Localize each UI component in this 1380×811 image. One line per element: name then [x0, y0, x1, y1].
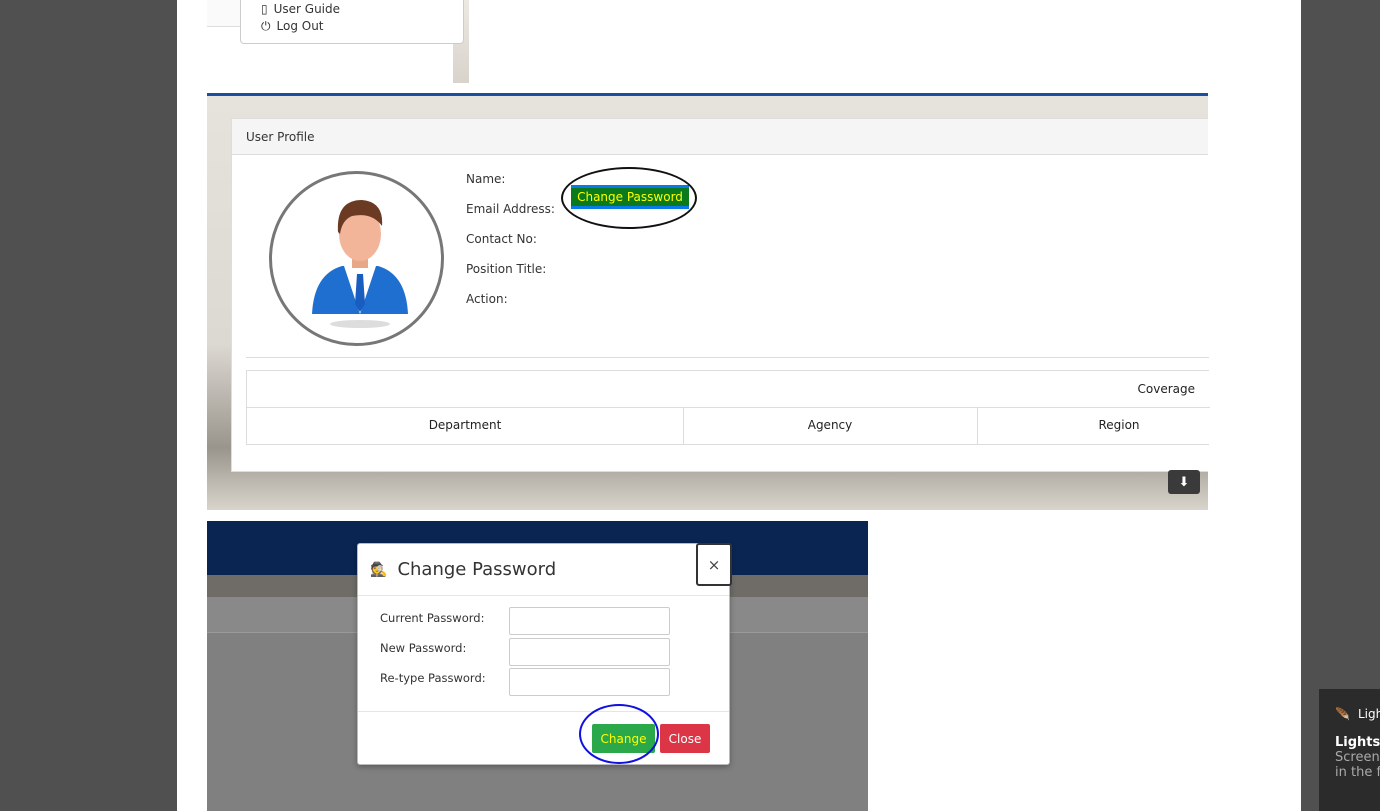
- avatar: [269, 171, 444, 346]
- region-header: Region: [1098, 418, 1140, 432]
- power-icon: ⏻: [261, 19, 271, 33]
- coverage-table: Coverage Department Agency Region: [246, 370, 1210, 445]
- feather-icon: 🪶: [1335, 707, 1350, 721]
- divider: [358, 711, 729, 712]
- toast-app-row: 🪶 Lightshot: [1335, 707, 1380, 721]
- user-dropdown-menu: ▯ User Guide ⏻ Log Out: [240, 0, 464, 44]
- department-header: Department: [428, 418, 502, 432]
- contact-label: Contact No:: [466, 232, 537, 246]
- new-password-label: New Password:: [380, 641, 467, 655]
- download-button[interactable]: ⬇: [1168, 470, 1200, 494]
- current-password-label: Current Password:: [380, 611, 485, 625]
- menu-item-log-out[interactable]: ⏻ Log Out: [261, 19, 324, 33]
- retype-password-input[interactable]: [509, 668, 670, 696]
- agency-header: Agency: [807, 418, 853, 432]
- new-password-input[interactable]: [509, 638, 670, 666]
- retype-password-label: Re-type Password:: [380, 671, 486, 685]
- action-label: Action:: [466, 292, 508, 306]
- annotation-circle: [579, 704, 659, 764]
- spy-icon: 🕵: [370, 561, 388, 578]
- user-profile-card: User Profile Name: Email Address: Contac…: [231, 118, 1210, 472]
- toast-title: Lightshot: [1335, 735, 1380, 750]
- toast-app-name: Lightshot: [1357, 707, 1380, 721]
- card-title: User Profile: [232, 119, 1208, 155]
- change-password-modal: 🕵 Change Password × Current Password: Ne…: [357, 543, 732, 765]
- lightshot-notification[interactable]: 🪶 Lightshot Lightshot Screenshot in the f: [1319, 689, 1380, 811]
- toast-line: in the f: [1335, 765, 1380, 780]
- close-icon[interactable]: ×: [696, 543, 732, 586]
- email-label: Email Address:: [466, 202, 555, 216]
- close-button[interactable]: Close: [660, 724, 710, 753]
- divider: [246, 357, 1209, 358]
- arrow-down-icon: ⬇: [1178, 474, 1190, 490]
- toast-line: Screenshot: [1335, 750, 1380, 765]
- name-label: Name:: [466, 172, 506, 186]
- profile-section: User Profile Name: Email Address: Contac…: [207, 93, 1210, 510]
- modal-header: 🕵 Change Password: [358, 544, 729, 596]
- coverage-header: Coverage: [1137, 382, 1196, 396]
- pdf-icon: ▯: [261, 2, 268, 16]
- menu-item-user-guide[interactable]: ▯ User Guide: [261, 2, 340, 16]
- annotation-circle: [561, 167, 697, 229]
- current-password-input[interactable]: [509, 607, 670, 635]
- position-label: Position Title:: [466, 262, 547, 276]
- modal-title: Change Password: [397, 559, 557, 580]
